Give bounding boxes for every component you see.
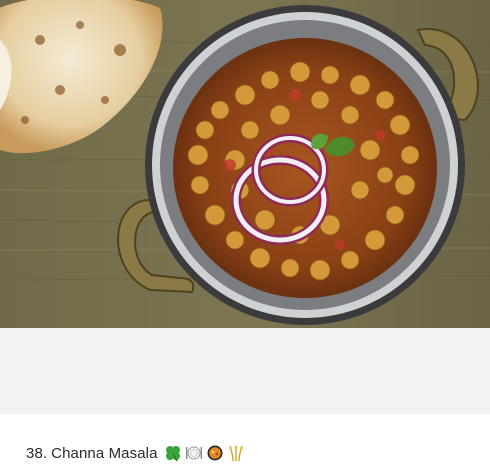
caption-emojis xyxy=(164,444,245,462)
post-card: 38. Channa Masala xyxy=(0,0,490,472)
four-leaf-clover-icon xyxy=(164,444,182,462)
shallow-pan-of-food-icon xyxy=(206,444,224,462)
plate-with-cutlery-icon xyxy=(185,444,203,462)
post-caption: 38. Channa Masala xyxy=(26,441,245,465)
caption-spacer xyxy=(0,328,490,414)
dish-photo[interactable] xyxy=(0,0,490,328)
sheaf-of-rice-icon xyxy=(227,444,245,462)
caption-number: 38. xyxy=(26,444,48,462)
caption-title: Channa Masala xyxy=(51,444,158,462)
